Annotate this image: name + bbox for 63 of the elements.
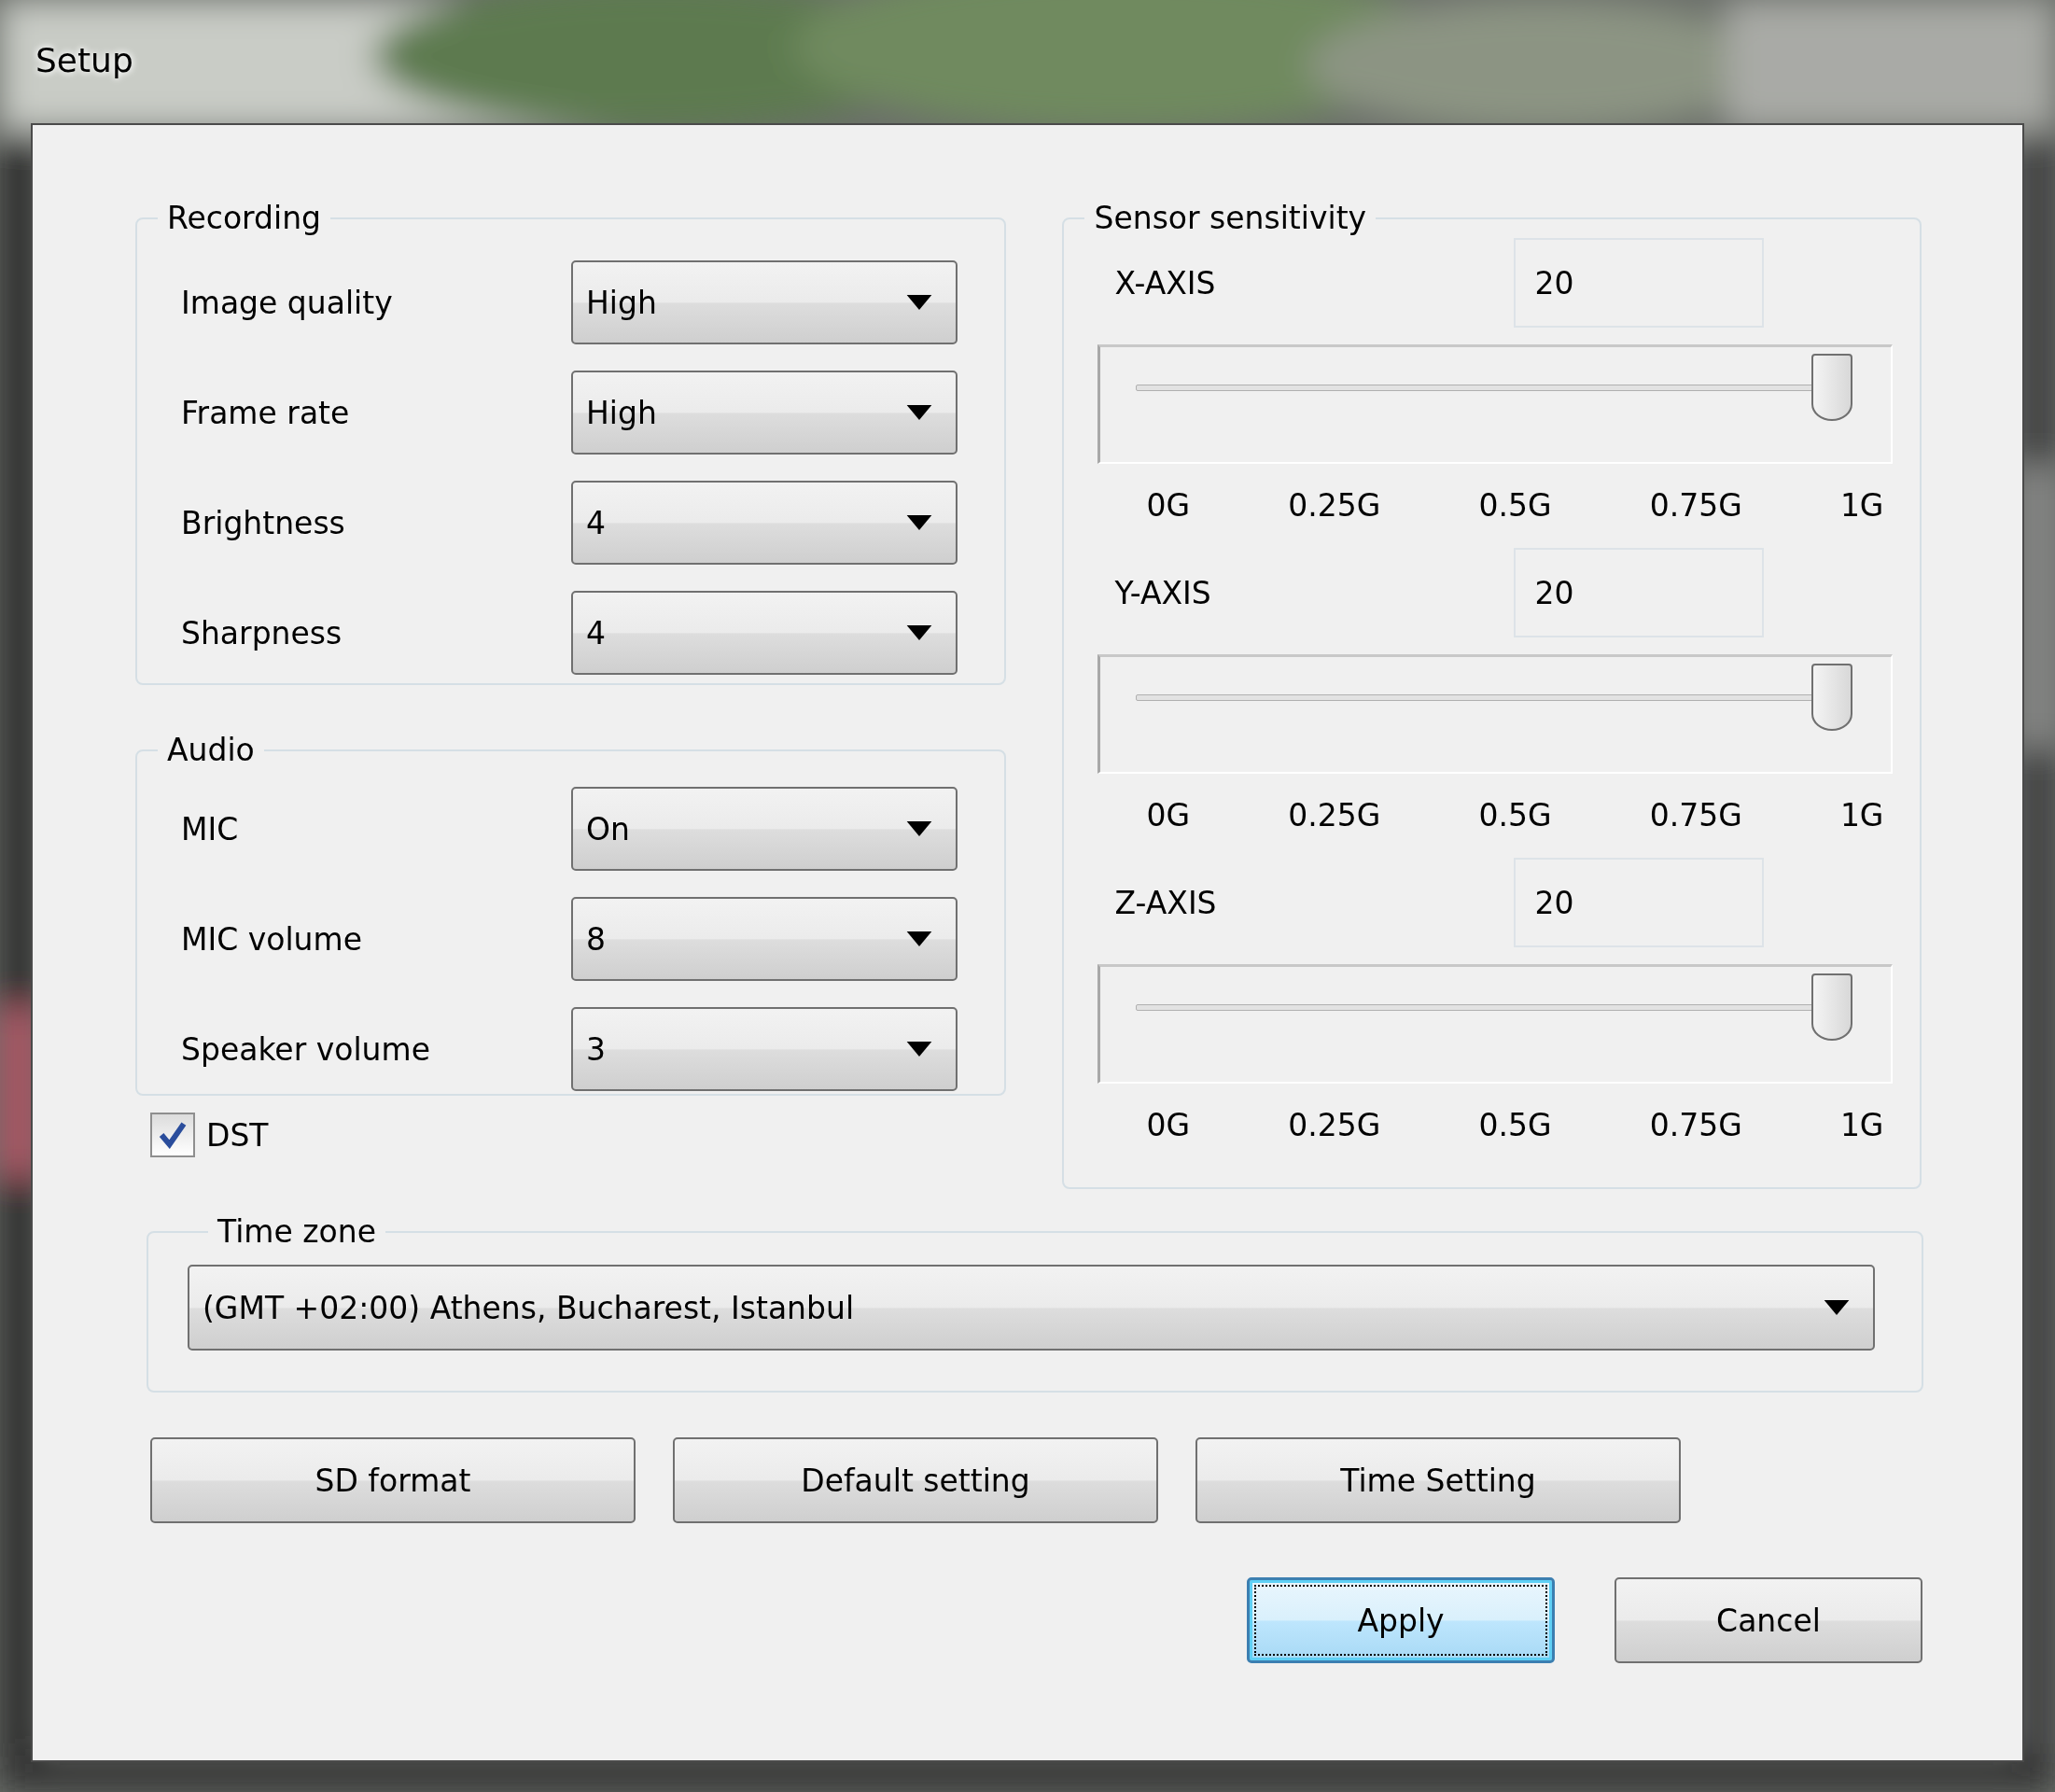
slider[interactable] bbox=[1097, 344, 1894, 464]
dropdown[interactable]: 8 bbox=[571, 897, 958, 981]
caret-icon bbox=[905, 295, 933, 310]
dropdown[interactable]: (GMT +02:00) Athens, Bucharest, Istanbul bbox=[188, 1265, 1875, 1351]
caret-icon bbox=[905, 405, 933, 420]
tick-label: 0.5G bbox=[1478, 1106, 1552, 1143]
group-title: Sensor sensitivity bbox=[1093, 200, 1368, 236]
tick-label: 0.25G bbox=[1288, 796, 1381, 833]
dropdown[interactable]: 4 bbox=[571, 591, 958, 675]
dropdown[interactable]: On bbox=[571, 787, 958, 871]
window-title: Setup bbox=[35, 41, 133, 79]
tick-label: 0.25G bbox=[1288, 1106, 1381, 1143]
tick-label: 1G bbox=[1839, 796, 1884, 833]
value-field[interactable]: 20 bbox=[1514, 238, 1765, 328]
dropdown[interactable]: High bbox=[571, 371, 958, 455]
caret-icon bbox=[905, 931, 933, 946]
tick-label: 0G bbox=[1146, 1106, 1191, 1143]
field-label: Speaker volume bbox=[181, 1030, 431, 1068]
slider[interactable] bbox=[1097, 654, 1894, 774]
group-title: Recording bbox=[166, 200, 323, 236]
tick-label: 0.75G bbox=[1649, 486, 1742, 524]
cancel-button[interactable]: Cancel bbox=[1615, 1577, 1922, 1663]
field-label: Frame rate bbox=[181, 394, 351, 431]
field-label: Image quality bbox=[181, 284, 394, 321]
tick-label: 0.5G bbox=[1478, 486, 1552, 524]
tick-label: 0.75G bbox=[1649, 796, 1742, 833]
caret-icon bbox=[905, 1042, 933, 1057]
slider-thumb[interactable] bbox=[1811, 973, 1853, 1041]
tick-label: 0G bbox=[1146, 796, 1191, 833]
dropdown[interactable]: 3 bbox=[571, 1007, 958, 1091]
slider-thumb[interactable] bbox=[1811, 354, 1853, 421]
tick-label: 0.75G bbox=[1649, 1106, 1742, 1143]
tick-label: 0G bbox=[1146, 486, 1191, 524]
caret-icon bbox=[905, 515, 933, 530]
field-label: MIC volume bbox=[181, 920, 363, 958]
tick-label: 0.5G bbox=[1478, 796, 1552, 833]
action-button[interactable]: Time Setting bbox=[1195, 1437, 1681, 1523]
tick-label: 0.25G bbox=[1288, 486, 1381, 524]
check-icon bbox=[157, 1119, 189, 1151]
slider[interactable] bbox=[1097, 964, 1894, 1084]
action-button[interactable]: SD format bbox=[150, 1437, 636, 1523]
dropdown[interactable]: 4 bbox=[571, 481, 958, 565]
action-button[interactable]: Default setting bbox=[673, 1437, 1158, 1523]
field-label: MIC bbox=[181, 810, 240, 847]
checkbox-label: DST bbox=[206, 1116, 269, 1154]
axis-label: X-AXIS bbox=[1113, 264, 1217, 301]
dropdown[interactable]: High bbox=[571, 260, 958, 344]
tick-label: 1G bbox=[1839, 1106, 1884, 1143]
slider-thumb[interactable] bbox=[1811, 664, 1853, 731]
group-title: Time zone bbox=[217, 1213, 377, 1250]
caret-icon bbox=[905, 821, 933, 836]
axis-label: Z-AXIS bbox=[1113, 884, 1218, 921]
caret-icon bbox=[1823, 1300, 1851, 1315]
checkbox[interactable] bbox=[150, 1113, 195, 1157]
field-label: Sharpness bbox=[181, 614, 343, 651]
tick-label: 1G bbox=[1839, 486, 1884, 524]
group-title: Audio bbox=[166, 732, 256, 768]
apply-button[interactable]: Apply bbox=[1247, 1577, 1555, 1663]
field-label: Brightness bbox=[181, 504, 346, 541]
axis-label: Y-AXIS bbox=[1113, 574, 1212, 611]
caret-icon bbox=[905, 625, 933, 640]
value-field[interactable]: 20 bbox=[1514, 548, 1765, 637]
value-field[interactable]: 20 bbox=[1514, 858, 1765, 947]
